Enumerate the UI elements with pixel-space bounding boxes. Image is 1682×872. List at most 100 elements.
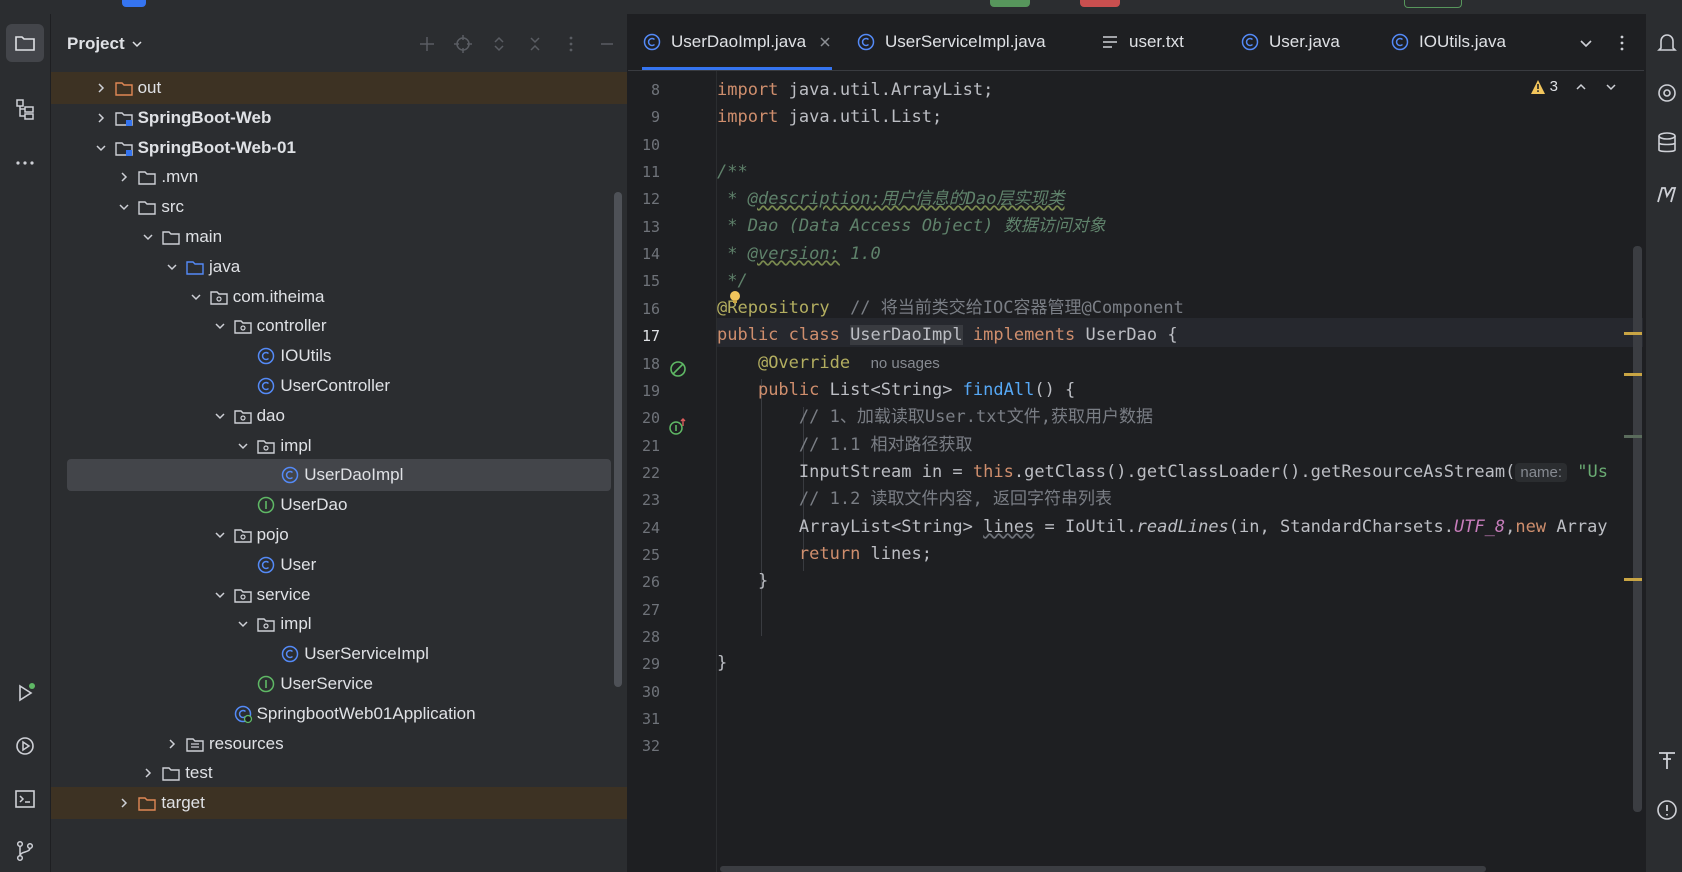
maven-icon: [1657, 187, 1677, 203]
warning-marker[interactable]: [1624, 578, 1642, 581]
more-tools-button[interactable]: [6, 144, 44, 182]
expand-all-icon[interactable]: [489, 34, 509, 54]
code-area[interactable]: import java.util.ArrayList; import java.…: [717, 71, 1644, 872]
chevron-down-icon[interactable]: [1604, 80, 1618, 94]
tree-item[interactable]: controller: [51, 310, 627, 342]
chevron-down-icon[interactable]: [213, 319, 227, 333]
spring-boot-class-icon: [234, 705, 252, 723]
bean-gutter-icon[interactable]: [668, 359, 688, 379]
tree-item[interactable]: resources: [51, 728, 627, 760]
close-icon[interactable]: [818, 35, 832, 49]
lightbulb-icon[interactable]: [727, 289, 743, 305]
chevron-down-icon[interactable]: [165, 260, 179, 274]
tree-item[interactable]: impl: [51, 430, 627, 462]
tree-item[interactable]: main: [51, 221, 627, 253]
editor-vertical-scrollbar[interactable]: [1633, 246, 1642, 812]
chevron-up-icon[interactable]: [1574, 80, 1588, 94]
endpoints-tool-button[interactable]: [1654, 747, 1680, 773]
services-tool-button[interactable]: [6, 727, 44, 765]
tree-item[interactable]: UserService: [51, 668, 627, 700]
project-panel-title[interactable]: Project: [67, 34, 125, 54]
options-icon[interactable]: [561, 34, 581, 54]
chevron-right-icon[interactable]: [141, 766, 155, 780]
tree-item[interactable]: User: [51, 549, 627, 581]
tree-item[interactable]: java: [51, 251, 627, 283]
run-indicator-green[interactable]: [990, 0, 1030, 7]
chevron-down-icon[interactable]: [94, 141, 108, 155]
tree-item[interactable]: pojo: [51, 519, 627, 551]
tree-item[interactable]: SpringbootWeb01Application: [51, 698, 627, 730]
tree-item[interactable]: out: [51, 72, 627, 104]
tree-item[interactable]: UserServiceImpl: [51, 638, 627, 670]
status-pill[interactable]: [1404, 0, 1462, 8]
chevron-right-icon[interactable]: [94, 111, 108, 125]
tree-item[interactable]: IOUtils: [51, 340, 627, 372]
git-tool-button[interactable]: [6, 832, 44, 870]
usages-hint[interactable]: no usages: [871, 355, 940, 372]
run-icon: [19, 683, 35, 702]
chevron-right-icon[interactable]: [94, 81, 108, 95]
chevron-down-icon[interactable]: [213, 528, 227, 542]
notifications-tool-button[interactable]: [1654, 30, 1680, 56]
editor-tab[interactable]: user.txt: [1100, 14, 1184, 70]
chevron-down-icon[interactable]: [236, 617, 250, 631]
code-line-23: // 1.2 读取文件内容, 返回字符串列表: [798, 489, 1113, 509]
editor-tab[interactable]: IOUtils.java: [1390, 14, 1506, 70]
problems-tool-button[interactable]: [1654, 797, 1680, 823]
chevron-down-icon[interactable]: [117, 200, 131, 214]
editor-tab[interactable]: User.java: [1240, 14, 1340, 70]
run-tool-button[interactable]: [6, 674, 44, 712]
chevron-down-icon[interactable]: [130, 37, 144, 51]
chevron-down-icon[interactable]: [213, 409, 227, 423]
warning-marker[interactable]: [1624, 332, 1642, 335]
chevron-down-icon[interactable]: [141, 230, 155, 244]
more-vertical-icon[interactable]: [1613, 34, 1631, 52]
tree-item[interactable]: SpringBoot-Web-01: [51, 132, 627, 164]
module-icon: [114, 112, 133, 126]
implements-gutter-icon[interactable]: [668, 417, 688, 437]
inspection-widget[interactable]: 3: [1530, 78, 1618, 95]
folder-icon: [138, 171, 157, 186]
line-number-gutter[interactable]: 8 9 10 11 12 13 14 15 16 17 18 19 20 21 22 23 24 25 26 27 28…: [628, 71, 717, 872]
module-icon: [114, 141, 133, 156]
chevron-right-icon[interactable]: [117, 170, 131, 184]
tree-item[interactable]: UserDaoImpl: [51, 459, 627, 492]
project-tree-scrollbar[interactable]: [614, 192, 622, 687]
chevron-right-icon[interactable]: [165, 737, 179, 751]
structure-tool-button[interactable]: [6, 90, 44, 128]
chevron-down-icon[interactable]: [189, 290, 203, 304]
terminal-tool-button[interactable]: [6, 780, 44, 818]
hide-panel-icon[interactable]: [597, 34, 617, 54]
add-icon[interactable]: [417, 34, 437, 54]
database-tool-button[interactable]: [1654, 130, 1680, 156]
editor-tab[interactable]: UserDaoImpl.java: [642, 14, 833, 70]
editor-horizontal-scrollbar[interactable]: [720, 866, 1486, 872]
warning-marker[interactable]: [1624, 373, 1642, 376]
tree-item[interactable]: dao: [51, 400, 627, 432]
tree-item[interactable]: UserController: [51, 370, 627, 402]
chevron-right-icon[interactable]: [117, 796, 131, 810]
tree-item[interactable]: com.itheima: [51, 281, 627, 313]
tree-item[interactable]: src: [51, 191, 627, 223]
chevron-down-icon[interactable]: [213, 588, 227, 602]
tree-item[interactable]: UserDao: [51, 489, 627, 521]
tree-item[interactable]: impl: [51, 608, 627, 640]
tree-item[interactable]: test: [51, 757, 627, 789]
project-tool-button[interactable]: [6, 24, 44, 62]
editor-tab[interactable]: UserServiceImpl.java: [856, 14, 1046, 70]
more-horizontal-icon: [16, 161, 34, 165]
line-number: 28: [641, 628, 660, 646]
tree-item[interactable]: .mvn: [51, 161, 627, 193]
info-marker[interactable]: [1624, 435, 1642, 438]
tree-item[interactable]: SpringBoot-Web: [51, 102, 627, 134]
chevron-down-icon[interactable]: [236, 439, 250, 453]
tree-item[interactable]: service: [51, 579, 627, 611]
tree-item[interactable]: target: [51, 787, 627, 820]
line-number: 10: [641, 135, 660, 154]
collapse-all-icon[interactable]: [525, 34, 545, 54]
stop-indicator-red[interactable]: [1080, 0, 1120, 7]
locate-icon[interactable]: [453, 34, 473, 54]
maven-tool-button[interactable]: [1654, 180, 1680, 206]
ai-assistant-tool-button[interactable]: [1654, 80, 1680, 106]
chevron-down-icon[interactable]: [1577, 34, 1595, 52]
